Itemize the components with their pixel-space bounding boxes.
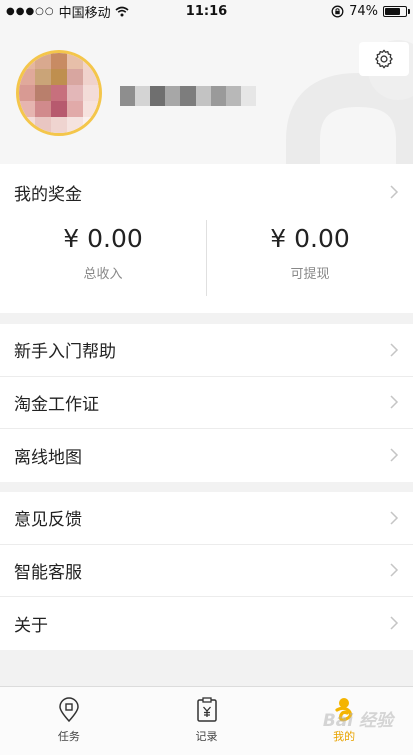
wifi-icon	[115, 6, 129, 16]
carrier-label: 中国移动	[58, 5, 111, 21]
menu-item-label: 关于	[14, 615, 48, 636]
withdrawable[interactable]: ¥ 0.00 可提现	[207, 220, 413, 290]
bonus-card: 我的奖金 ¥ 0.00 总收入 ¥ 0.00 可提现	[0, 164, 413, 313]
avatar-pixel	[35, 101, 51, 117]
rotation-lock-icon	[331, 5, 344, 17]
chevron-right-icon	[390, 448, 399, 462]
signal-icon: ●●●○○	[6, 5, 55, 17]
menu-group-support: 意见反馈 智能客服 关于	[0, 492, 413, 650]
chevron-right-icon	[390, 616, 399, 630]
avatar-pixel	[67, 53, 83, 69]
avatar-pixel	[51, 101, 67, 117]
avatar-pixel	[19, 101, 35, 117]
settings-button[interactable]	[359, 42, 409, 76]
username-pixel	[195, 86, 211, 106]
username-pixel	[240, 86, 256, 106]
avatar-pixel	[67, 69, 83, 85]
menu-item-smart-service[interactable]: 智能客服	[0, 545, 413, 597]
withdrawable-label: 可提现	[290, 267, 330, 282]
tab-label: 任务	[57, 730, 80, 743]
chevron-right-icon	[390, 395, 399, 409]
chevron-right-icon	[390, 511, 399, 525]
avatar-pixel	[51, 85, 67, 101]
clipboard-yen-icon	[196, 697, 217, 722]
avatar-pixel	[35, 117, 51, 133]
menu-item-about[interactable]: 关于	[0, 597, 413, 650]
avatar-pixel	[35, 53, 51, 69]
username-blurred	[120, 86, 256, 106]
avatar-pixel	[67, 85, 83, 101]
avatar-pixel	[67, 117, 83, 133]
avatar-pixel	[83, 117, 99, 133]
tab-label: 我的	[333, 730, 356, 743]
avatar-pixel	[51, 69, 67, 85]
chevron-right-icon	[390, 563, 399, 577]
avatar-pixel	[19, 69, 35, 85]
menu-item-label: 智能客服	[14, 562, 82, 583]
username-pixel	[150, 86, 166, 106]
tab-records[interactable]: 记录	[138, 687, 276, 755]
battery-percent: 74%	[349, 3, 378, 19]
username-pixel	[210, 86, 226, 106]
tab-tasks[interactable]: 任务	[0, 687, 138, 755]
total-income-label: 总收入	[83, 267, 123, 282]
tab-mine[interactable]: 我的	[275, 687, 413, 755]
avatar-pixel	[83, 85, 99, 101]
avatar-pixel	[19, 53, 35, 69]
menu-item-label: 离线地图	[14, 447, 82, 468]
location-pin-icon	[59, 697, 79, 723]
avatar-pixel	[83, 53, 99, 69]
tab-bar: 任务 记录 我的	[0, 686, 413, 755]
profile-header	[0, 0, 413, 164]
avatar-pixel	[67, 101, 83, 117]
avatar-pixel	[19, 117, 35, 133]
avatar-pixel	[83, 69, 99, 85]
gear-icon	[375, 49, 393, 69]
username-pixel	[135, 86, 151, 106]
menu-item-feedback[interactable]: 意见反馈	[0, 492, 413, 545]
avatar-pixel	[83, 101, 99, 117]
username-pixel	[225, 86, 241, 106]
menu-item-work-badge[interactable]: 淘金工作证	[0, 377, 413, 429]
username-pixel	[180, 86, 196, 106]
clock: 11:16	[185, 3, 228, 19]
bonus-title: 我的奖金	[14, 184, 82, 205]
avatar-pixel	[51, 117, 67, 133]
person-icon	[335, 698, 353, 722]
chevron-right-icon	[390, 343, 399, 357]
avatar-pixel	[51, 53, 67, 69]
battery-icon	[383, 5, 410, 17]
avatar-pixel	[35, 85, 51, 101]
bonus-header-row[interactable]: 我的奖金	[0, 164, 413, 220]
status-bar: ●●●○○ 中国移动 11:16 74%	[0, 0, 413, 22]
menu-item-label: 淘金工作证	[14, 394, 99, 415]
menu-item-beginner-help[interactable]: 新手入门帮助	[0, 324, 413, 377]
menu-item-label: 新手入门帮助	[14, 342, 116, 363]
total-income-amount: ¥ 0.00	[63, 224, 143, 253]
avatar[interactable]	[16, 50, 102, 136]
avatar-pixel	[35, 69, 51, 85]
menu-group-help: 新手入门帮助 淘金工作证 离线地图	[0, 324, 413, 482]
chevron-right-icon	[390, 185, 399, 199]
menu-item-label: 意见反馈	[14, 510, 82, 531]
total-income[interactable]: ¥ 0.00 总收入	[0, 220, 206, 290]
battery-level	[385, 7, 400, 15]
avatar-pixel	[19, 85, 35, 101]
username-pixel	[120, 86, 136, 106]
menu-item-offline-map[interactable]: 离线地图	[0, 429, 413, 482]
username-pixel	[165, 86, 181, 106]
tab-label: 记录	[195, 730, 218, 743]
withdrawable-amount: ¥ 0.00	[270, 224, 350, 253]
